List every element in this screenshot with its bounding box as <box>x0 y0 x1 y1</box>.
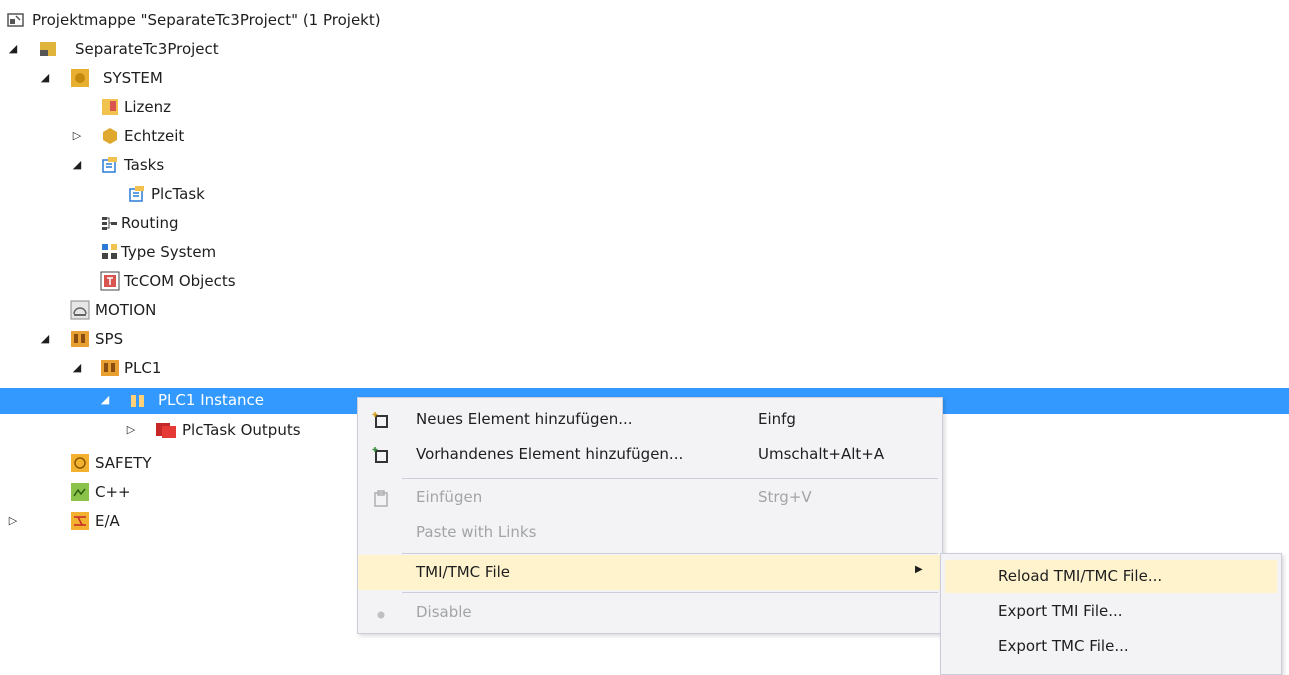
tree-label: Tasks <box>124 156 165 174</box>
tree-label: Type System <box>121 243 217 261</box>
outputs-icon <box>155 420 176 440</box>
tree-label: PlcTask <box>151 185 205 203</box>
tccom-icon <box>100 271 120 291</box>
tree-item-echtzeit[interactable]: ▷ Echtzeit <box>0 122 1289 151</box>
motion-icon <box>70 300 90 320</box>
tree-label: TcCOM Objects <box>124 272 236 290</box>
submenu-item-reload[interactable]: Reload TMI/TMC File... <box>945 560 1277 593</box>
submenu-item-label: Export TMC File... <box>998 637 1129 655</box>
menu-item-label: Vorhandenes Element hinzufügen... <box>416 445 684 463</box>
menu-item-paste-with-links[interactable]: Paste with Links <box>358 515 942 550</box>
submenu-arrow-icon: ▶ <box>915 564 923 575</box>
tasks-icon <box>100 155 120 175</box>
plc-instance-icon <box>128 391 148 411</box>
solution-label: Projektmappe "SeparateTc3Project" (1 Pro… <box>32 11 381 29</box>
menu-item-shortcut: Strg+V <box>758 488 812 506</box>
menu-item-paste[interactable]: Einfügen Strg+V <box>358 480 942 515</box>
tree-item-sps[interactable]: ◢ SPS <box>0 325 1289 354</box>
submenu-item-export-tmc[interactable]: Export TMC File... <box>945 630 1277 663</box>
menu-item-label: TMI/TMC File <box>416 563 511 581</box>
menu-item-new-element[interactable]: Neues Element hinzufügen... Einfg <box>358 402 942 437</box>
cpp-icon <box>70 482 90 502</box>
tree-label: Echtzeit <box>124 127 185 145</box>
tree-label: PLC1 <box>124 359 162 377</box>
menu-separator <box>402 478 938 479</box>
tree-item-plctask[interactable]: PlcTask <box>0 180 1289 209</box>
tree-label: C++ <box>95 483 131 501</box>
tree-item-lizenz[interactable]: Lizenz <box>0 93 1289 122</box>
tree-item-type-system[interactable]: Type System <box>0 238 1289 267</box>
task-icon <box>127 184 147 204</box>
collapse-icon[interactable]: ◢ <box>98 393 112 407</box>
collapse-icon[interactable]: ◢ <box>70 361 84 375</box>
tree-solution-root[interactable]: Projektmappe "SeparateTc3Project" (1 Pro… <box>0 6 1289 35</box>
tree-label: SAFETY <box>95 454 152 472</box>
menu-item-label: Disable <box>416 603 472 621</box>
safety-icon <box>70 453 90 473</box>
tree-item-tasks[interactable]: ◢ Tasks <box>0 151 1289 180</box>
tree-label: E/A <box>95 512 120 530</box>
collapse-icon[interactable]: ◢ <box>70 158 84 172</box>
add-existing-item-icon <box>372 446 390 464</box>
disable-icon <box>372 604 390 622</box>
tree-label: PLC1 Instance <box>158 391 264 409</box>
tree-label: SPS <box>95 330 124 348</box>
submenu-item-label: Reload TMI/TMC File... <box>998 567 1163 585</box>
menu-item-label: Paste with Links <box>416 523 537 541</box>
collapse-icon[interactable]: ◢ <box>38 332 52 346</box>
submenu-item-label: Export TMI File... <box>998 602 1123 620</box>
menu-item-shortcut: Einfg <box>758 410 796 428</box>
plc-icon <box>70 329 90 349</box>
menu-separator <box>402 592 938 593</box>
tree-item-motion[interactable]: MOTION <box>0 296 1289 325</box>
menu-item-existing-element[interactable]: Vorhandenes Element hinzufügen... Umscha… <box>358 437 942 472</box>
menu-item-shortcut: Umschalt+Alt+A <box>758 445 885 463</box>
realtime-icon <box>100 126 120 146</box>
tree-label: Routing <box>121 214 179 232</box>
expand-icon[interactable]: ▷ <box>70 129 84 143</box>
menu-separator <box>402 553 938 554</box>
license-icon <box>100 97 120 117</box>
tmi-tmc-submenu: Reload TMI/TMC File... Export TMI File..… <box>940 553 1282 675</box>
tree-label: SYSTEM <box>103 69 163 87</box>
routing-icon <box>100 213 120 233</box>
tree-item-system[interactable]: ◢ SYSTEM <box>0 64 1289 93</box>
submenu-item-export-tmi[interactable]: Export TMI File... <box>945 595 1277 628</box>
paste-icon <box>372 489 390 507</box>
menu-item-label: Einfügen <box>416 488 483 506</box>
add-new-item-icon <box>372 411 390 429</box>
menu-item-label: Neues Element hinzufügen... <box>416 410 633 428</box>
tree-label: MOTION <box>95 301 157 319</box>
tree-label: SeparateTc3Project <box>75 40 219 58</box>
plc-project-icon <box>100 358 120 378</box>
project-icon <box>38 39 58 59</box>
tree-label: PlcTask Outputs <box>182 421 301 439</box>
collapse-icon[interactable]: ◢ <box>38 71 52 85</box>
menu-item-tmi-tmc-file[interactable]: TMI/TMC File ▶ <box>358 555 942 590</box>
tree-item-project[interactable]: ◢ SeparateTc3Project <box>0 35 1289 64</box>
expand-icon[interactable]: ▷ <box>124 423 138 437</box>
tree-item-tccom[interactable]: TcCOM Objects <box>0 267 1289 296</box>
io-icon <box>70 511 90 531</box>
tree-item-plc1[interactable]: ◢ PLC1 <box>0 354 1289 383</box>
tree-item-routing[interactable]: Routing <box>0 209 1289 238</box>
menu-item-disable[interactable]: Disable <box>358 595 942 630</box>
system-icon <box>70 68 90 88</box>
expand-icon[interactable]: ▷ <box>6 514 20 528</box>
tree-label: Lizenz <box>124 98 172 116</box>
collapse-icon[interactable]: ◢ <box>6 42 20 56</box>
context-menu: Neues Element hinzufügen... Einfg Vorhan… <box>357 397 943 634</box>
solution-icon <box>6 10 26 30</box>
type-system-icon <box>100 242 120 262</box>
